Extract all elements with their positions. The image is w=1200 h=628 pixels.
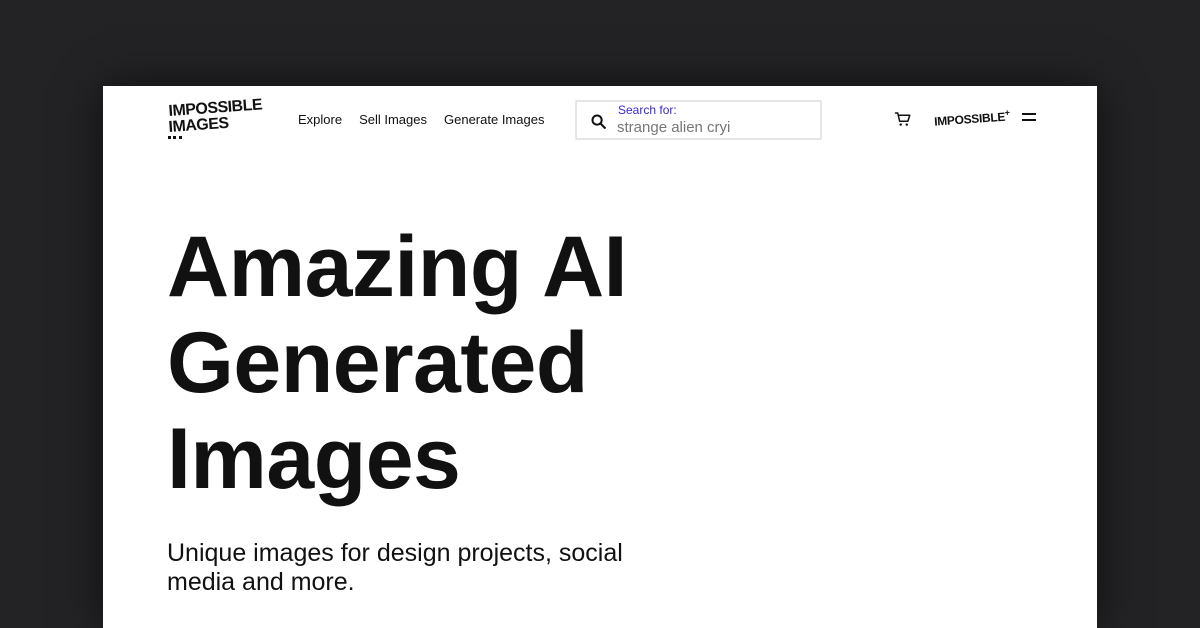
plus-logo-text: IMPOSSIBLE (933, 109, 1006, 129)
impossible-images-logo[interactable]: IMPOSSIBLE IMAGES (168, 96, 263, 139)
logo-line-2: IMAGES (168, 114, 230, 136)
menu-icon[interactable] (1022, 113, 1036, 125)
logo-dots (168, 136, 182, 139)
hero-title: Amazing AI Generated Images (167, 219, 767, 507)
search-box[interactable]: Search for: (575, 100, 822, 140)
search-label: Search for: (618, 103, 677, 117)
impossible-plus-logo[interactable]: IMPOSSIBLE+ (934, 107, 1011, 128)
main-nav: Explore Sell Images Generate Images (298, 112, 544, 127)
cart-icon[interactable] (894, 110, 912, 128)
hero-line-2: Generated (167, 315, 588, 411)
hero-line-3: Images (167, 411, 461, 507)
nav-explore[interactable]: Explore (298, 112, 342, 127)
nav-sell-images[interactable]: Sell Images (359, 112, 427, 127)
page-frame: IMPOSSIBLE IMAGES Explore Sell Images Ge… (103, 86, 1097, 628)
menu-bar (1022, 113, 1036, 115)
hero-subtitle: Unique images for design projects, socia… (167, 539, 623, 596)
plus-logo-suffix: + (1004, 107, 1011, 118)
search-icon (591, 114, 606, 129)
hero-line-1: Amazing AI (167, 219, 628, 315)
search-input[interactable] (617, 117, 807, 137)
nav-generate-images[interactable]: Generate Images (444, 112, 544, 127)
menu-bar (1022, 119, 1036, 121)
